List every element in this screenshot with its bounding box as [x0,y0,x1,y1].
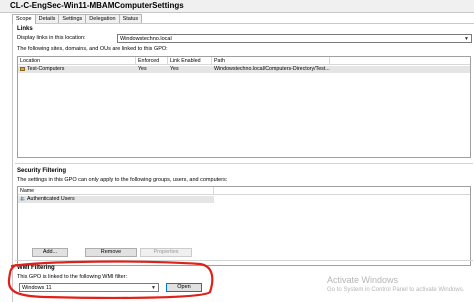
links-list-header: Location Enforced Link Enabled Path [18,57,470,65]
column-location[interactable]: Location [18,57,136,65]
tab-strip: Scope Details Settings Delegation Status [12,14,143,24]
security-filtering-description: The settings in this GPO can only apply … [17,177,228,183]
gpo-title: CL-C-EngSec-Win11-MBAMComputerSettings [10,1,184,10]
section-divider [15,163,473,164]
security-filtering-heading: Security Filtering [17,168,67,174]
column-enforced[interactable]: Enforced [136,57,168,65]
display-links-label: Display links in this location: [17,35,86,41]
window-titlebar: CL-C-EngSec-Win11-MBAMComputerSettings [0,0,474,13]
row-name: Authenticated Users [27,196,75,202]
tab-scope[interactable]: Scope [12,14,36,24]
column-name[interactable]: Name [18,187,214,195]
activation-watermark-subtitle: Go to System in Control Panel to activat… [327,287,465,293]
location-value: Windowstechno.local [120,36,172,42]
row-link-enabled: Yes [170,66,179,72]
tab-delegation[interactable]: Delegation [85,14,120,23]
column-link-enabled[interactable]: Link Enabled [168,57,212,65]
row-enforced: Yes [138,66,147,72]
links-list[interactable]: Location Enforced Link Enabled Path Test… [17,56,471,158]
table-row[interactable]: Authenticated Users [18,196,214,203]
add-button[interactable]: Add... [32,248,68,257]
tab-settings[interactable]: Settings [58,14,87,23]
location-dropdown[interactable]: Windowstechno.local ▼ [117,34,472,43]
remove-button[interactable]: Remove [85,248,137,257]
row-location: Test-Computers [27,66,65,72]
tab-details[interactable]: Details [34,14,60,23]
activation-watermark-title: Activate Windows [327,275,399,285]
tab-status[interactable]: Status [118,14,143,23]
column-path[interactable]: Path [212,57,330,65]
links-description: The following sites, domains, and OUs ar… [17,46,168,52]
users-group-icon [20,196,25,201]
properties-button[interactable]: Properties [140,248,192,257]
annotation-highlight [7,260,214,300]
security-list-header: Name [18,187,470,195]
chevron-down-icon[interactable]: ▼ [463,35,470,42]
links-heading: Links [17,26,33,32]
row-path: Windowstechno.local/Computers-Directory/… [214,66,330,72]
table-row[interactable]: Test-Computers Yes Yes Windowstechno.loc… [18,66,470,73]
ou-icon [20,66,25,71]
